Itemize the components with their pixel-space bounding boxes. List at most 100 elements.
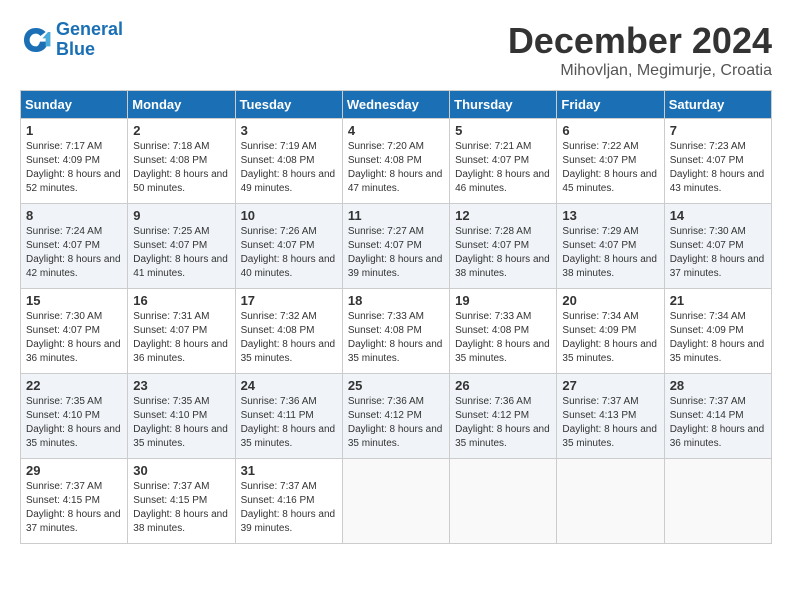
cell-content: Sunrise: 7:34 AM Sunset: 4:09 PM Dayligh… <box>670 310 766 366</box>
calendar-cell: 5 Sunrise: 7:21 AM Sunset: 4:07 PM Dayli… <box>450 119 557 204</box>
day-number: 12 <box>455 208 551 223</box>
calendar-week-row: 1 Sunrise: 7:17 AM Sunset: 4:09 PM Dayli… <box>21 119 772 204</box>
cell-content: Sunrise: 7:26 AM Sunset: 4:07 PM Dayligh… <box>241 225 337 281</box>
calendar-cell <box>342 459 449 544</box>
calendar-cell: 16 Sunrise: 7:31 AM Sunset: 4:07 PM Dayl… <box>128 289 235 374</box>
cell-content: Sunrise: 7:37 AM Sunset: 4:13 PM Dayligh… <box>562 395 658 451</box>
weekday-header: Wednesday <box>342 91 449 119</box>
calendar-cell: 31 Sunrise: 7:37 AM Sunset: 4:16 PM Dayl… <box>235 459 342 544</box>
cell-content: Sunrise: 7:32 AM Sunset: 4:08 PM Dayligh… <box>241 310 337 366</box>
day-number: 20 <box>562 293 658 308</box>
cell-content: Sunrise: 7:21 AM Sunset: 4:07 PM Dayligh… <box>455 140 551 196</box>
day-number: 30 <box>133 463 229 478</box>
calendar-cell: 11 Sunrise: 7:27 AM Sunset: 4:07 PM Dayl… <box>342 204 449 289</box>
calendar-cell: 15 Sunrise: 7:30 AM Sunset: 4:07 PM Dayl… <box>21 289 128 374</box>
cell-content: Sunrise: 7:37 AM Sunset: 4:16 PM Dayligh… <box>241 480 337 536</box>
cell-content: Sunrise: 7:37 AM Sunset: 4:15 PM Dayligh… <box>26 480 122 536</box>
page-header: General Blue December 2024 Mihovljan, Me… <box>20 20 772 80</box>
weekday-header: Sunday <box>21 91 128 119</box>
calendar-week-row: 29 Sunrise: 7:37 AM Sunset: 4:15 PM Dayl… <box>21 459 772 544</box>
cell-content: Sunrise: 7:31 AM Sunset: 4:07 PM Dayligh… <box>133 310 229 366</box>
day-number: 9 <box>133 208 229 223</box>
day-number: 22 <box>26 378 122 393</box>
day-number: 13 <box>562 208 658 223</box>
calendar-cell: 12 Sunrise: 7:28 AM Sunset: 4:07 PM Dayl… <box>450 204 557 289</box>
calendar-cell: 4 Sunrise: 7:20 AM Sunset: 4:08 PM Dayli… <box>342 119 449 204</box>
calendar-week-row: 15 Sunrise: 7:30 AM Sunset: 4:07 PM Dayl… <box>21 289 772 374</box>
calendar-cell: 21 Sunrise: 7:34 AM Sunset: 4:09 PM Dayl… <box>664 289 771 374</box>
calendar-cell: 3 Sunrise: 7:19 AM Sunset: 4:08 PM Dayli… <box>235 119 342 204</box>
calendar-cell: 18 Sunrise: 7:33 AM Sunset: 4:08 PM Dayl… <box>342 289 449 374</box>
logo-text: General Blue <box>56 20 123 60</box>
calendar-cell: 6 Sunrise: 7:22 AM Sunset: 4:07 PM Dayli… <box>557 119 664 204</box>
cell-content: Sunrise: 7:30 AM Sunset: 4:07 PM Dayligh… <box>26 310 122 366</box>
cell-content: Sunrise: 7:36 AM Sunset: 4:12 PM Dayligh… <box>348 395 444 451</box>
day-number: 6 <box>562 123 658 138</box>
calendar-cell: 9 Sunrise: 7:25 AM Sunset: 4:07 PM Dayli… <box>128 204 235 289</box>
calendar-table: SundayMondayTuesdayWednesdayThursdayFrid… <box>20 90 772 544</box>
cell-content: Sunrise: 7:35 AM Sunset: 4:10 PM Dayligh… <box>133 395 229 451</box>
day-number: 5 <box>455 123 551 138</box>
day-number: 16 <box>133 293 229 308</box>
day-number: 26 <box>455 378 551 393</box>
cell-content: Sunrise: 7:33 AM Sunset: 4:08 PM Dayligh… <box>348 310 444 366</box>
cell-content: Sunrise: 7:37 AM Sunset: 4:15 PM Dayligh… <box>133 480 229 536</box>
cell-content: Sunrise: 7:28 AM Sunset: 4:07 PM Dayligh… <box>455 225 551 281</box>
day-number: 31 <box>241 463 337 478</box>
month-title: December 2024 <box>508 20 772 62</box>
cell-content: Sunrise: 7:17 AM Sunset: 4:09 PM Dayligh… <box>26 140 122 196</box>
calendar-cell: 30 Sunrise: 7:37 AM Sunset: 4:15 PM Dayl… <box>128 459 235 544</box>
day-number: 18 <box>348 293 444 308</box>
cell-content: Sunrise: 7:25 AM Sunset: 4:07 PM Dayligh… <box>133 225 229 281</box>
cell-content: Sunrise: 7:24 AM Sunset: 4:07 PM Dayligh… <box>26 225 122 281</box>
calendar-cell: 29 Sunrise: 7:37 AM Sunset: 4:15 PM Dayl… <box>21 459 128 544</box>
weekday-header: Saturday <box>664 91 771 119</box>
day-number: 10 <box>241 208 337 223</box>
calendar-header: SundayMondayTuesdayWednesdayThursdayFrid… <box>21 91 772 119</box>
cell-content: Sunrise: 7:29 AM Sunset: 4:07 PM Dayligh… <box>562 225 658 281</box>
day-number: 15 <box>26 293 122 308</box>
day-number: 28 <box>670 378 766 393</box>
day-number: 24 <box>241 378 337 393</box>
day-number: 19 <box>455 293 551 308</box>
calendar-cell <box>664 459 771 544</box>
cell-content: Sunrise: 7:37 AM Sunset: 4:14 PM Dayligh… <box>670 395 766 451</box>
day-number: 17 <box>241 293 337 308</box>
cell-content: Sunrise: 7:36 AM Sunset: 4:12 PM Dayligh… <box>455 395 551 451</box>
calendar-cell: 14 Sunrise: 7:30 AM Sunset: 4:07 PM Dayl… <box>664 204 771 289</box>
weekday-header: Monday <box>128 91 235 119</box>
cell-content: Sunrise: 7:20 AM Sunset: 4:08 PM Dayligh… <box>348 140 444 196</box>
calendar-cell: 20 Sunrise: 7:34 AM Sunset: 4:09 PM Dayl… <box>557 289 664 374</box>
cell-content: Sunrise: 7:33 AM Sunset: 4:08 PM Dayligh… <box>455 310 551 366</box>
cell-content: Sunrise: 7:34 AM Sunset: 4:09 PM Dayligh… <box>562 310 658 366</box>
calendar-week-row: 8 Sunrise: 7:24 AM Sunset: 4:07 PM Dayli… <box>21 204 772 289</box>
calendar-cell: 28 Sunrise: 7:37 AM Sunset: 4:14 PM Dayl… <box>664 374 771 459</box>
cell-content: Sunrise: 7:36 AM Sunset: 4:11 PM Dayligh… <box>241 395 337 451</box>
calendar-cell: 10 Sunrise: 7:26 AM Sunset: 4:07 PM Dayl… <box>235 204 342 289</box>
day-number: 25 <box>348 378 444 393</box>
day-number: 27 <box>562 378 658 393</box>
logo-icon <box>20 24 52 56</box>
title-area: December 2024 Mihovljan, Megimurje, Croa… <box>508 20 772 80</box>
cell-content: Sunrise: 7:23 AM Sunset: 4:07 PM Dayligh… <box>670 140 766 196</box>
cell-content: Sunrise: 7:30 AM Sunset: 4:07 PM Dayligh… <box>670 225 766 281</box>
calendar-cell: 22 Sunrise: 7:35 AM Sunset: 4:10 PM Dayl… <box>21 374 128 459</box>
logo: General Blue <box>20 20 123 60</box>
day-number: 7 <box>670 123 766 138</box>
day-number: 4 <box>348 123 444 138</box>
cell-content: Sunrise: 7:19 AM Sunset: 4:08 PM Dayligh… <box>241 140 337 196</box>
weekday-header: Friday <box>557 91 664 119</box>
day-number: 1 <box>26 123 122 138</box>
weekday-header: Tuesday <box>235 91 342 119</box>
cell-content: Sunrise: 7:18 AM Sunset: 4:08 PM Dayligh… <box>133 140 229 196</box>
calendar-cell: 2 Sunrise: 7:18 AM Sunset: 4:08 PM Dayli… <box>128 119 235 204</box>
day-number: 2 <box>133 123 229 138</box>
calendar-cell: 25 Sunrise: 7:36 AM Sunset: 4:12 PM Dayl… <box>342 374 449 459</box>
calendar-cell: 19 Sunrise: 7:33 AM Sunset: 4:08 PM Dayl… <box>450 289 557 374</box>
calendar-cell <box>450 459 557 544</box>
calendar-cell: 7 Sunrise: 7:23 AM Sunset: 4:07 PM Dayli… <box>664 119 771 204</box>
calendar-body: 1 Sunrise: 7:17 AM Sunset: 4:09 PM Dayli… <box>21 119 772 544</box>
calendar-cell: 8 Sunrise: 7:24 AM Sunset: 4:07 PM Dayli… <box>21 204 128 289</box>
cell-content: Sunrise: 7:35 AM Sunset: 4:10 PM Dayligh… <box>26 395 122 451</box>
calendar-cell <box>557 459 664 544</box>
